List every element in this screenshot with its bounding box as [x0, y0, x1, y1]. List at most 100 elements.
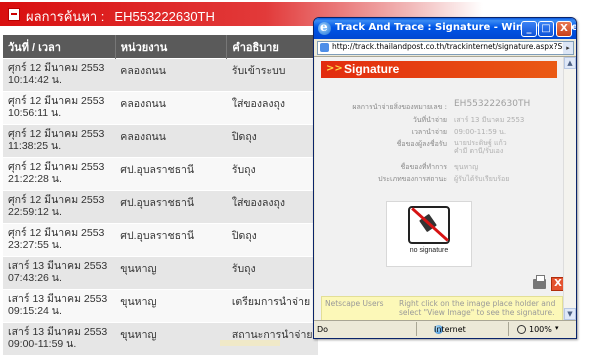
table-header-row: วันที่ / เวลา หน่วยงาน คำอธิบาย: [3, 35, 318, 59]
description-cell: ปิดถุง: [227, 125, 318, 158]
office-cell: ศป.อุบลราชธานี: [115, 224, 227, 257]
datetime-cell: ศุกร์ 12 มีนาคม 255323:27:55 น.: [3, 224, 115, 257]
datetime-cell: ศุกร์ 12 มีนาคม 255310:56:11 น.: [3, 92, 115, 125]
description-cell: ปิดถุง: [227, 224, 318, 257]
tracking-value: EH553222630TH: [454, 99, 530, 109]
address-bar: http://track.thailandpost.co.th/trackint…: [314, 39, 576, 57]
info-row-date: วันที่นำจ่าย เสาร์ 13 มีนาคม 2553: [321, 115, 557, 126]
status-text: Do: [317, 325, 328, 334]
date-text: เสาร์ 13 มีนาคม 2553: [8, 326, 107, 338]
office-value: ขุนหาญ: [454, 162, 478, 173]
no-signature-icon: [408, 206, 450, 244]
description-cell: ใส่ของลงถุง: [227, 92, 318, 125]
col-datetime: วันที่ / เวลา: [3, 35, 115, 59]
description-cell: สถานะการนำจ่าย: [227, 323, 318, 355]
time-text: 21:22:28 น.: [8, 173, 62, 185]
security-zone: Internet: [416, 322, 497, 336]
time-label: เวลานำจ่าย: [412, 127, 447, 138]
netscape-text: Right click on the image place holder an…: [399, 299, 559, 317]
close-window-button[interactable]: X: [556, 21, 572, 37]
scroll-up-arrow-icon[interactable]: ▲: [564, 57, 576, 69]
print-icon[interactable]: [533, 279, 546, 289]
date-text: ศุกร์ 12 มีนาคม 2553: [8, 161, 104, 173]
table-row: ศุกร์ 12 มีนาคม 255311:38:25 น.คลองถนนปิ…: [3, 125, 318, 158]
datetime-cell: ศุกร์ 12 มีนาคม 255311:38:25 น.: [3, 125, 115, 158]
col-office: หน่วยงาน: [115, 35, 227, 59]
description-cell: เตรียมการนำจ่าย: [227, 290, 318, 323]
office-cell: ขุนหาญ: [115, 257, 227, 290]
time-text: 10:14:42 น.: [8, 74, 62, 86]
zone-label: Internet: [434, 325, 466, 334]
maximize-button[interactable]: □: [538, 21, 554, 37]
tracking-label: ผลการนำจ่ายสิ่งของหมายเลข :: [352, 102, 447, 113]
datetime-cell: เสาร์ 13 มีนาคม 255309:15:24 น.: [3, 290, 115, 323]
banner-label: Signature: [344, 62, 399, 76]
office-cell: ขุนหาญ: [115, 290, 227, 323]
time-text: 09:00-11:59 น.: [8, 338, 76, 350]
office-cell: ศป.อุบลราชธานี: [115, 191, 227, 224]
date-label: วันที่นำจ่าย: [413, 115, 447, 126]
prohibited-slash: [411, 207, 449, 241]
vertical-scrollbar[interactable]: ▲ ▼: [563, 57, 576, 320]
datetime-cell: ศุกร์ 12 มีนาคม 255321:22:28 น.: [3, 158, 115, 191]
url-text: http://track.thailandpost.co.th/trackint…: [332, 42, 574, 51]
datetime-cell: ศุกร์ 12 มีนาคม 255322:59:12 น.: [3, 191, 115, 224]
signature-popup-window[interactable]: Track And Trace : Signature - Windows In…: [313, 17, 577, 339]
table-row: เสาร์ 13 มีนาคม 255307:43:26 น.ขุนหาญรับ…: [3, 257, 318, 290]
tracking-number: EH553222630TH: [114, 9, 214, 24]
delivery-info: ผลการนำจ่ายสิ่งของหมายเลข : EH553222630T…: [321, 100, 557, 186]
description-cell: รับเข้าระบบ: [227, 59, 318, 92]
status-value: ผู้รับได้รับเรียบร้อย: [454, 174, 509, 185]
url-field[interactable]: http://track.thailandpost.co.th/trackint…: [317, 41, 574, 55]
office-cell: ขุนหาญ: [115, 323, 227, 355]
date-text: ศุกร์ 12 มีนาคม 2553: [8, 62, 104, 74]
info-row-office: ชื่อของที่ทำการ ขุนหาญ: [321, 162, 557, 173]
zoom-control[interactable]: 100% ▾: [508, 322, 575, 336]
banner-arrows-icon: >>: [326, 63, 343, 74]
date-text: ศุกร์ 12 มีนาคม 2553: [8, 128, 104, 140]
zoom-dropdown-icon[interactable]: ▾: [555, 324, 559, 332]
info-row-tracking: ผลการนำจ่ายสิ่งของหมายเลข : EH553222630T…: [321, 100, 557, 114]
date-text: เสาร์ 13 มีนาคม 2553: [8, 293, 107, 305]
table-row: ศุกร์ 12 มีนาคม 255310:56:11 น.คลองถนนใส…: [3, 92, 318, 125]
zoom-magnifier-icon: [517, 325, 526, 334]
office-cell: คลองถนน: [115, 59, 227, 92]
netscape-notice: Netscape Users Right click on the image …: [321, 296, 563, 321]
minimize-button[interactable]: _: [521, 21, 537, 37]
time-text: 09:15:24 น.: [8, 305, 62, 317]
office-label: ชื่อของที่ทำการ: [401, 162, 447, 173]
info-row-receiver: ชื่อของผู้ลงชื่อรับ นายประดิษฐ์ แก้วคำมี…: [321, 139, 557, 161]
date-text: เสาร์ 13 มีนาคม 2553: [8, 260, 107, 272]
date-text: ศุกร์ 12 มีนาคม 2553: [8, 95, 104, 107]
table-row: ศุกร์ 12 มีนาคม 255321:22:28 น.ศป.อุบลรา…: [3, 158, 318, 191]
info-row-time: เวลานำจ่าย 09:00-11:59 น.: [321, 127, 557, 138]
datetime-cell: ศุกร์ 12 มีนาคม 255310:14:42 น.: [3, 59, 115, 92]
zoom-level: 100%: [529, 325, 552, 334]
time-text: 11:38:25 น.: [8, 140, 61, 152]
status-label: ประเภทของการสถานะ: [378, 174, 447, 185]
url-scroll-arrow-icon[interactable]: ▸: [563, 42, 573, 54]
signature-image-placeholder[interactable]: no signature: [386, 201, 472, 267]
office-cell: ศป.อุบลราชธานี: [115, 158, 227, 191]
datetime-cell: เสาร์ 13 มีนาคม 255307:43:26 น.: [3, 257, 115, 290]
scroll-down-arrow-icon[interactable]: ▼: [564, 308, 576, 320]
no-signature-caption: no signature: [387, 247, 471, 254]
datetime-cell: เสาร์ 13 มีนาคม 255309:00-11:59 น.: [3, 323, 115, 355]
date-value: เสาร์ 13 มีนาคม 2553: [454, 115, 524, 126]
info-row-status: ประเภทของการสถานะ ผู้รับได้รับเรียบร้อย: [321, 174, 557, 185]
table-row: ศุกร์ 12 มีนาคม 255322:59:12 น.ศป.อุบลรา…: [3, 191, 318, 224]
office-cell: คลองถนน: [115, 125, 227, 158]
time-text: 07:43:26 น.: [8, 272, 62, 284]
signature-banner: >> Signature: [321, 61, 557, 78]
result-title: ผลการค้นหา :EH553222630TH: [26, 6, 215, 27]
receiver-label: ชื่อของผู้ลงชื่อรับ: [397, 139, 447, 150]
date-text: ศุกร์ 12 มีนาคม 2553: [8, 227, 104, 239]
status-bar: Do Internet 100% ▾: [314, 320, 576, 339]
table-row: เสาร์ 13 มีนาคม 255309:00-11:59 น.ขุนหาญ…: [3, 323, 318, 355]
page-favicon-icon: [320, 43, 329, 52]
pin-icon: [8, 8, 20, 21]
table-row: ศุกร์ 12 มีนาคม 255310:14:42 น.คลองถนนรั…: [3, 59, 318, 92]
window-titlebar[interactable]: Track And Trace : Signature - Windows In…: [314, 18, 576, 39]
date-text: ศุกร์ 12 มีนาคม 2553: [8, 194, 104, 206]
time-value: 09:00-11:59 น.: [454, 127, 506, 138]
